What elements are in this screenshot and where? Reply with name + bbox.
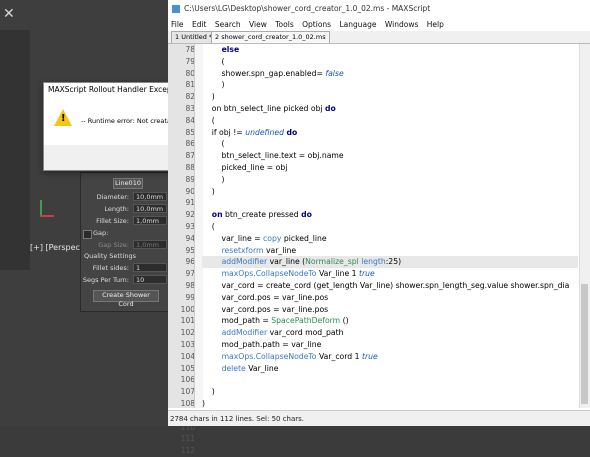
tab-shower-cord-creator[interactable]: 2 shower_cord_creator_1.0_02.ms (211, 31, 330, 43)
menu-file[interactable]: File (168, 20, 187, 29)
menu-search[interactable]: Search (212, 20, 244, 29)
menu-language[interactable]: Language (336, 20, 379, 29)
diameter-spinner[interactable]: 10,0mm (133, 192, 167, 201)
code-area[interactable]: else ( shower.spn_gap.enabled= false ) )… (202, 44, 578, 408)
status-bar: 2784 chars in 112 lines. Sel: 50 chars. (168, 410, 590, 426)
fillet-sides-label: Fillet sides: (92, 264, 129, 272)
menu-view[interactable]: View (246, 20, 270, 29)
length-spinner[interactable]: 10,0mm (133, 204, 167, 213)
segs-per-turn-label: Segs Per Turn: (82, 276, 129, 284)
fillet-size-label: Fillet Size: (96, 217, 129, 225)
scrollbar-thumb[interactable] (581, 284, 588, 404)
gap-checkbox[interactable] (83, 230, 92, 239)
axis-y-icon (40, 200, 42, 216)
gap-size-label: Gap Size: (98, 241, 129, 249)
segs-per-turn-spinner[interactable]: 10 (133, 275, 167, 284)
menu-help[interactable]: Help (424, 20, 447, 29)
warning-icon: ! (54, 109, 72, 126)
shower-cord-rollout: Line010 Diameter: 10,0mm Length: 10,0mm … (80, 172, 172, 312)
maxscript-icon (172, 5, 180, 13)
maxscript-editor: C:\Users\LG\Desktop\shower_cord_creator_… (168, 0, 590, 455)
gap-size-spinner[interactable]: 1,0mm (133, 240, 167, 249)
fillet-size-spinner[interactable]: 1,0mm (133, 216, 167, 225)
create-shower-cord-button[interactable]: Create Shower Cord (93, 290, 159, 308)
editor-title: C:\Users\LG\Desktop\shower_cord_creator_… (168, 0, 590, 18)
menu-options[interactable]: Options (299, 20, 334, 29)
viewport-toolbar-strip (0, 30, 30, 270)
length-label: Length: (104, 205, 129, 213)
menu-bar: File Edit Search View Tools Options Lang… (168, 18, 590, 31)
menu-edit[interactable]: Edit (189, 20, 210, 29)
menu-tools[interactable]: Tools (272, 20, 296, 29)
quality-settings-label: Quality Settings (84, 252, 136, 260)
diameter-label: Diameter: (96, 193, 129, 201)
line-pick-button[interactable]: Line010 (113, 178, 143, 189)
axis-x-icon (40, 215, 54, 217)
tab-bar: 1 Untitled * 2 shower_cord_creator_1.0_0… (168, 31, 590, 44)
close-icon[interactable]: ✕ (3, 6, 15, 22)
vertical-scrollbar[interactable] (579, 44, 590, 408)
menu-windows[interactable]: Windows (382, 20, 421, 29)
gap-label: Gap: (93, 229, 109, 237)
fillet-sides-spinner[interactable]: 1 (133, 263, 167, 272)
tab-untitled[interactable]: 1 Untitled * (171, 31, 217, 43)
